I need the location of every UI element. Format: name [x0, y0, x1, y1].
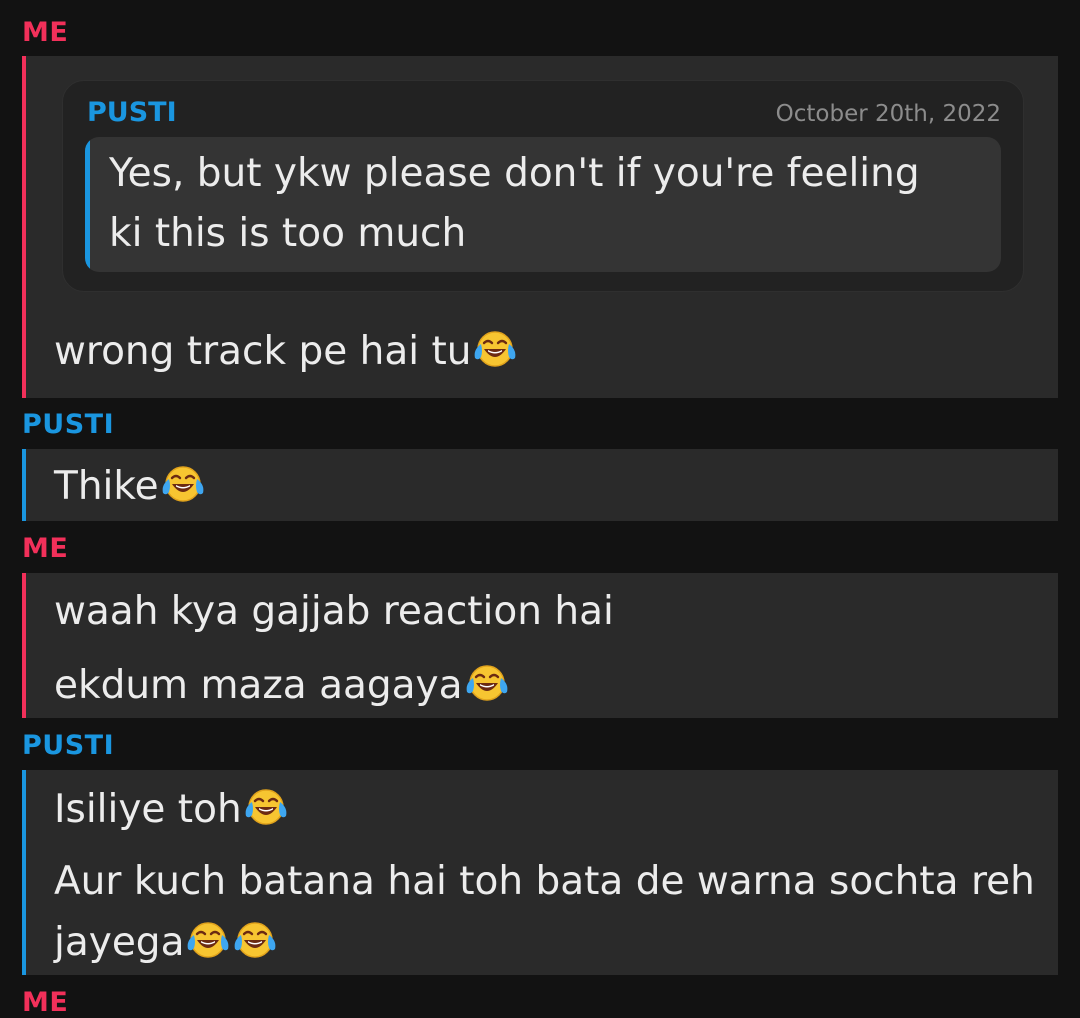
quoted-sender-label: PUSTI: [87, 97, 177, 128]
message-text: Aur kuch batana hai toh bata de warna so…: [54, 859, 1035, 904]
face-with-tears-of-joy-icon: [160, 463, 206, 505]
face-with-tears-of-joy-icon: [232, 919, 278, 961]
sender-label-me: ME: [22, 17, 69, 48]
message-text: Isiliye toh: [54, 786, 289, 833]
message-text: Thike: [54, 463, 206, 510]
message-text-content: jayega: [54, 920, 185, 965]
message-text: jayega: [54, 919, 278, 966]
sender-label-pusti: PUSTI: [22, 730, 115, 761]
message-group-pusti[interactable]: Thike: [22, 449, 1058, 521]
message-group-me[interactable]: waah kya gajjab reaction hai ekdum maza …: [22, 573, 1058, 718]
message-text-content: ekdum maza aagaya: [54, 663, 463, 708]
sender-label-me: ME: [22, 987, 69, 1018]
quoted-message-card[interactable]: PUSTI October 20th, 2022 Yes, but ykw pl…: [62, 80, 1024, 292]
message-text: wrong track pe hai tu: [54, 328, 518, 375]
message-text: waah kya gajjab reaction hai: [54, 589, 614, 634]
message-text-content: wrong track pe hai tu: [54, 329, 472, 374]
quoted-message-date: October 20th, 2022: [775, 101, 1001, 127]
message-text-content: Isiliye toh: [54, 787, 242, 832]
sender-label-me: ME: [22, 533, 69, 564]
face-with-tears-of-joy-icon: [185, 919, 231, 961]
message-text: ekdum maza aagaya: [54, 662, 510, 709]
quoted-message-line: Yes, but ykw please don't if you're feel…: [109, 151, 920, 196]
sender-label-pusti: PUSTI: [22, 409, 115, 440]
face-with-tears-of-joy-icon: [472, 328, 518, 370]
message-text-content: Thike: [54, 464, 159, 509]
face-with-tears-of-joy-icon: [243, 786, 289, 828]
quoted-message-line: ki this is too much: [109, 211, 467, 256]
quoted-message-body: Yes, but ykw please don't if you're feel…: [85, 137, 1001, 272]
message-group-pusti[interactable]: Isiliye toh Aur kuch batana hai toh bata…: [22, 770, 1058, 975]
face-with-tears-of-joy-icon: [464, 662, 510, 704]
message-group-me[interactable]: PUSTI October 20th, 2022 Yes, but ykw pl…: [22, 56, 1058, 398]
quote-accent-bar: [85, 137, 90, 272]
